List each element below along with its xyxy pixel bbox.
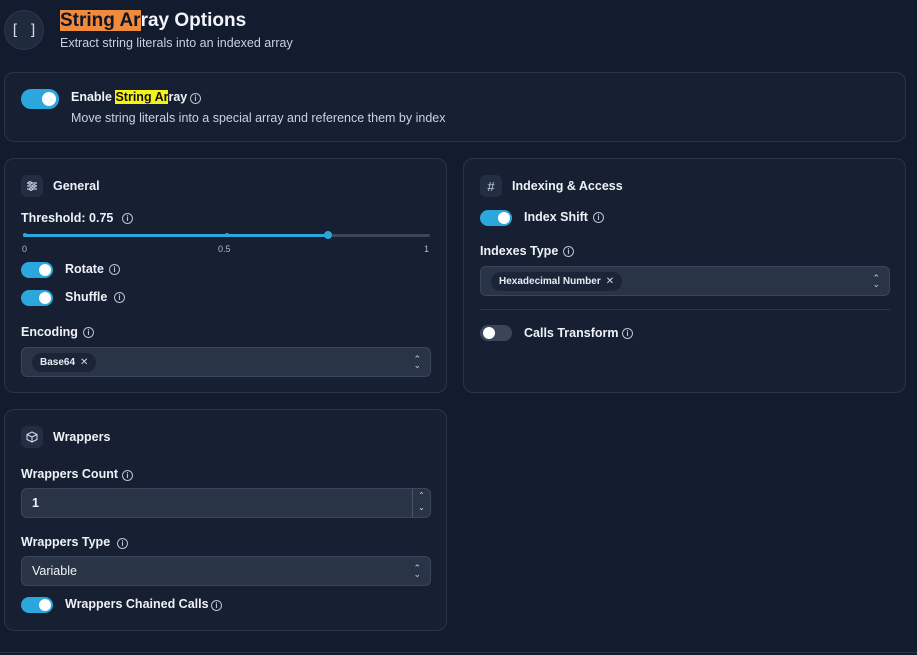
page-subtitle: Extract string literals into an indexed …: [60, 36, 293, 50]
threshold-slider-fill: [23, 234, 329, 237]
info-icon[interactable]: i: [83, 327, 94, 338]
info-icon[interactable]: i: [622, 328, 633, 339]
calls-transform-toggle[interactable]: [480, 325, 512, 341]
shuffle-label: Shuffle: [65, 290, 108, 304]
string-array-options-page: [ ] String Array Options Extract string …: [0, 0, 917, 655]
indexes-type-label: Indexes Type: [480, 244, 559, 258]
slider-tick-label-max: 1: [424, 244, 430, 254]
wrappers-chained-calls-toggle[interactable]: [21, 597, 53, 613]
encoding-chip: Base64 ✕: [32, 353, 97, 372]
remove-chip-icon[interactable]: ✕: [80, 357, 88, 368]
slider-tick-0: [23, 233, 27, 237]
brackets-icon: [ ]: [4, 10, 44, 50]
wrappers-type-select[interactable]: Variable ⌃ ⌄: [21, 556, 431, 586]
info-icon[interactable]: i: [190, 93, 201, 104]
info-icon[interactable]: i: [211, 600, 222, 611]
hash-icon: #: [480, 175, 502, 197]
wrappers-count-label: Wrappers Count: [21, 467, 118, 481]
general-title: General: [53, 179, 100, 193]
info-icon[interactable]: i: [109, 264, 120, 275]
wrappers-type-value: Variable: [32, 564, 77, 578]
indexing-access-title: Indexing & Access: [512, 179, 623, 193]
wrappers-count-input[interactable]: 1 ⌃ ⌄: [21, 488, 431, 518]
calls-transform-label: Calls Transform: [524, 326, 619, 340]
enable-string-array-toggle[interactable]: [21, 89, 59, 109]
encoding-select[interactable]: Base64 ✕ ⌃ ⌄: [21, 347, 431, 377]
info-icon[interactable]: i: [593, 212, 604, 223]
threshold-label: Threshold: 0.75: [21, 211, 114, 225]
enable-card: Enable String Array i Move string litera…: [4, 72, 906, 142]
indexes-type-chip: Hexadecimal Number ✕: [491, 272, 623, 291]
indexes-type-select[interactable]: Hexadecimal Number ✕ ⌃ ⌄: [480, 266, 890, 296]
info-icon[interactable]: i: [122, 213, 133, 224]
stepper-buttons[interactable]: ⌃ ⌄: [412, 489, 430, 517]
title-rest: ray Options: [140, 10, 247, 31]
title-highlight: String Ar: [60, 10, 141, 31]
divider: [0, 652, 917, 653]
wrappers-type-label: Wrappers Type: [21, 535, 111, 549]
wrappers-count-value: 1: [32, 496, 39, 510]
divider: [480, 309, 890, 310]
index-shift-toggle[interactable]: [480, 210, 512, 226]
page-title: String Array Options: [60, 10, 246, 32]
encoding-label: Encoding: [21, 325, 78, 339]
slider-tick-label-mid: 0.5: [218, 244, 231, 254]
index-shift-label: Index Shift: [524, 210, 588, 224]
chevron-updown-icon: ⌃ ⌄: [413, 563, 421, 579]
remove-chip-icon[interactable]: ✕: [606, 276, 614, 287]
info-icon[interactable]: i: [122, 470, 133, 481]
slider-tick-0.5: [225, 233, 229, 237]
enable-description: Move string literals into a special arra…: [71, 111, 446, 125]
enable-string-array-label: Enable String Array: [71, 90, 188, 104]
slider-tick-label-min: 0: [22, 244, 28, 254]
indexing-access-card: # Indexing & Access Index Shift i Indexe…: [463, 158, 906, 393]
rotate-label: Rotate: [65, 262, 104, 276]
general-card: General Threshold: 0.75 i 0 0.5 1 Rotate…: [4, 158, 447, 393]
wrappers-card: Wrappers Wrappers Count i 1 ⌃ ⌄ Wrappers …: [4, 409, 447, 631]
threshold-slider[interactable]: [23, 231, 430, 239]
wrappers-title: Wrappers: [53, 430, 111, 444]
chevron-updown-icon: ⌃ ⌄: [413, 354, 421, 370]
info-icon[interactable]: i: [563, 246, 574, 257]
threshold-slider-thumb[interactable]: [324, 231, 333, 239]
shuffle-toggle[interactable]: [21, 290, 53, 306]
rotate-toggle[interactable]: [21, 262, 53, 278]
info-icon[interactable]: i: [114, 292, 125, 303]
info-icon[interactable]: i: [117, 538, 128, 549]
cube-icon: [21, 426, 43, 448]
sliders-icon: [21, 175, 43, 197]
wrappers-chained-calls-label: Wrappers Chained Calls: [65, 597, 209, 611]
chevron-updown-icon: ⌃ ⌄: [872, 273, 880, 289]
